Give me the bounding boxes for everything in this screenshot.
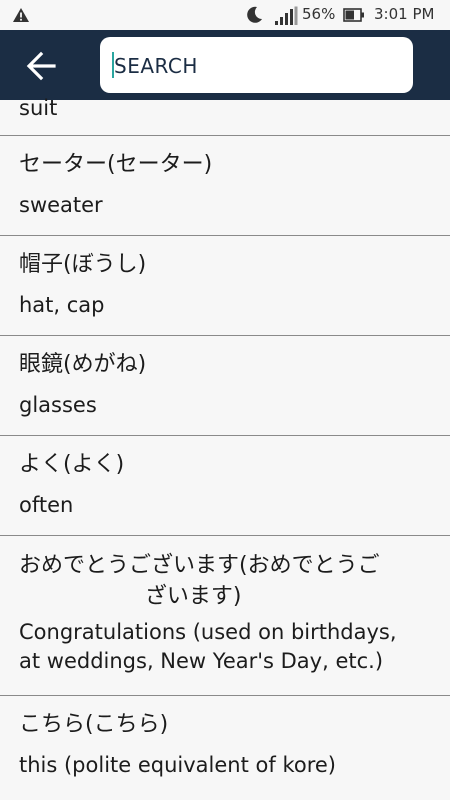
battery-icon [343, 8, 364, 22]
japanese-word: セーター(セーター) [19, 152, 213, 177]
english-meaning: hat, cap [19, 293, 105, 317]
list-item[interactable]: よく(よく) often [0, 436, 450, 536]
status-bar: 56% 3:01 PM [0, 0, 450, 30]
japanese-word: 帽子(ぼうし) [19, 252, 147, 277]
list-item[interactable]: 眼鏡(めがね) glasses [0, 336, 450, 436]
english-meaning: sweater [19, 193, 103, 217]
search-box[interactable] [100, 37, 413, 95]
list-item[interactable]: 帽子(ぼうし) hat, cap [0, 236, 450, 336]
japanese-word: おめでとうございます(おめでとうご ざいます) [19, 553, 380, 609]
japanese-word: よく(よく) [19, 452, 125, 477]
battery-percent: 56% [302, 5, 336, 23]
text-cursor [112, 52, 114, 78]
japanese-word: こちら(こちら) [19, 712, 169, 737]
cell-signal-icon [275, 6, 298, 25]
english-meaning: suit [19, 96, 58, 120]
english-meaning: glasses [19, 393, 97, 417]
list-item[interactable]: おめでとうございます(おめでとうご ざいます) Congratulations … [0, 536, 450, 696]
app-bar [0, 30, 450, 100]
search-input[interactable] [112, 37, 405, 95]
japanese-word: 眼鏡(めがね) [19, 352, 147, 377]
back-button[interactable] [20, 44, 66, 88]
list-item[interactable]: suit [0, 98, 450, 136]
english-meaning: often [19, 493, 74, 517]
english-meaning: Congratulations (used on birthdays, at w… [19, 620, 397, 673]
english-meaning: this (polite equivalent of kore) [19, 753, 336, 777]
arrow-left-icon [26, 51, 56, 81]
list-item[interactable]: こちら(こちら) this (polite equivalent of kore… [0, 696, 450, 799]
clock: 3:01 PM [374, 5, 435, 23]
moon-icon [247, 6, 262, 23]
vocab-list: suit セーター(セーター) sweater 帽子(ぼうし) hat, cap… [0, 98, 450, 799]
list-item[interactable]: セーター(セーター) sweater [0, 136, 450, 236]
warning-triangle-icon [13, 8, 29, 22]
